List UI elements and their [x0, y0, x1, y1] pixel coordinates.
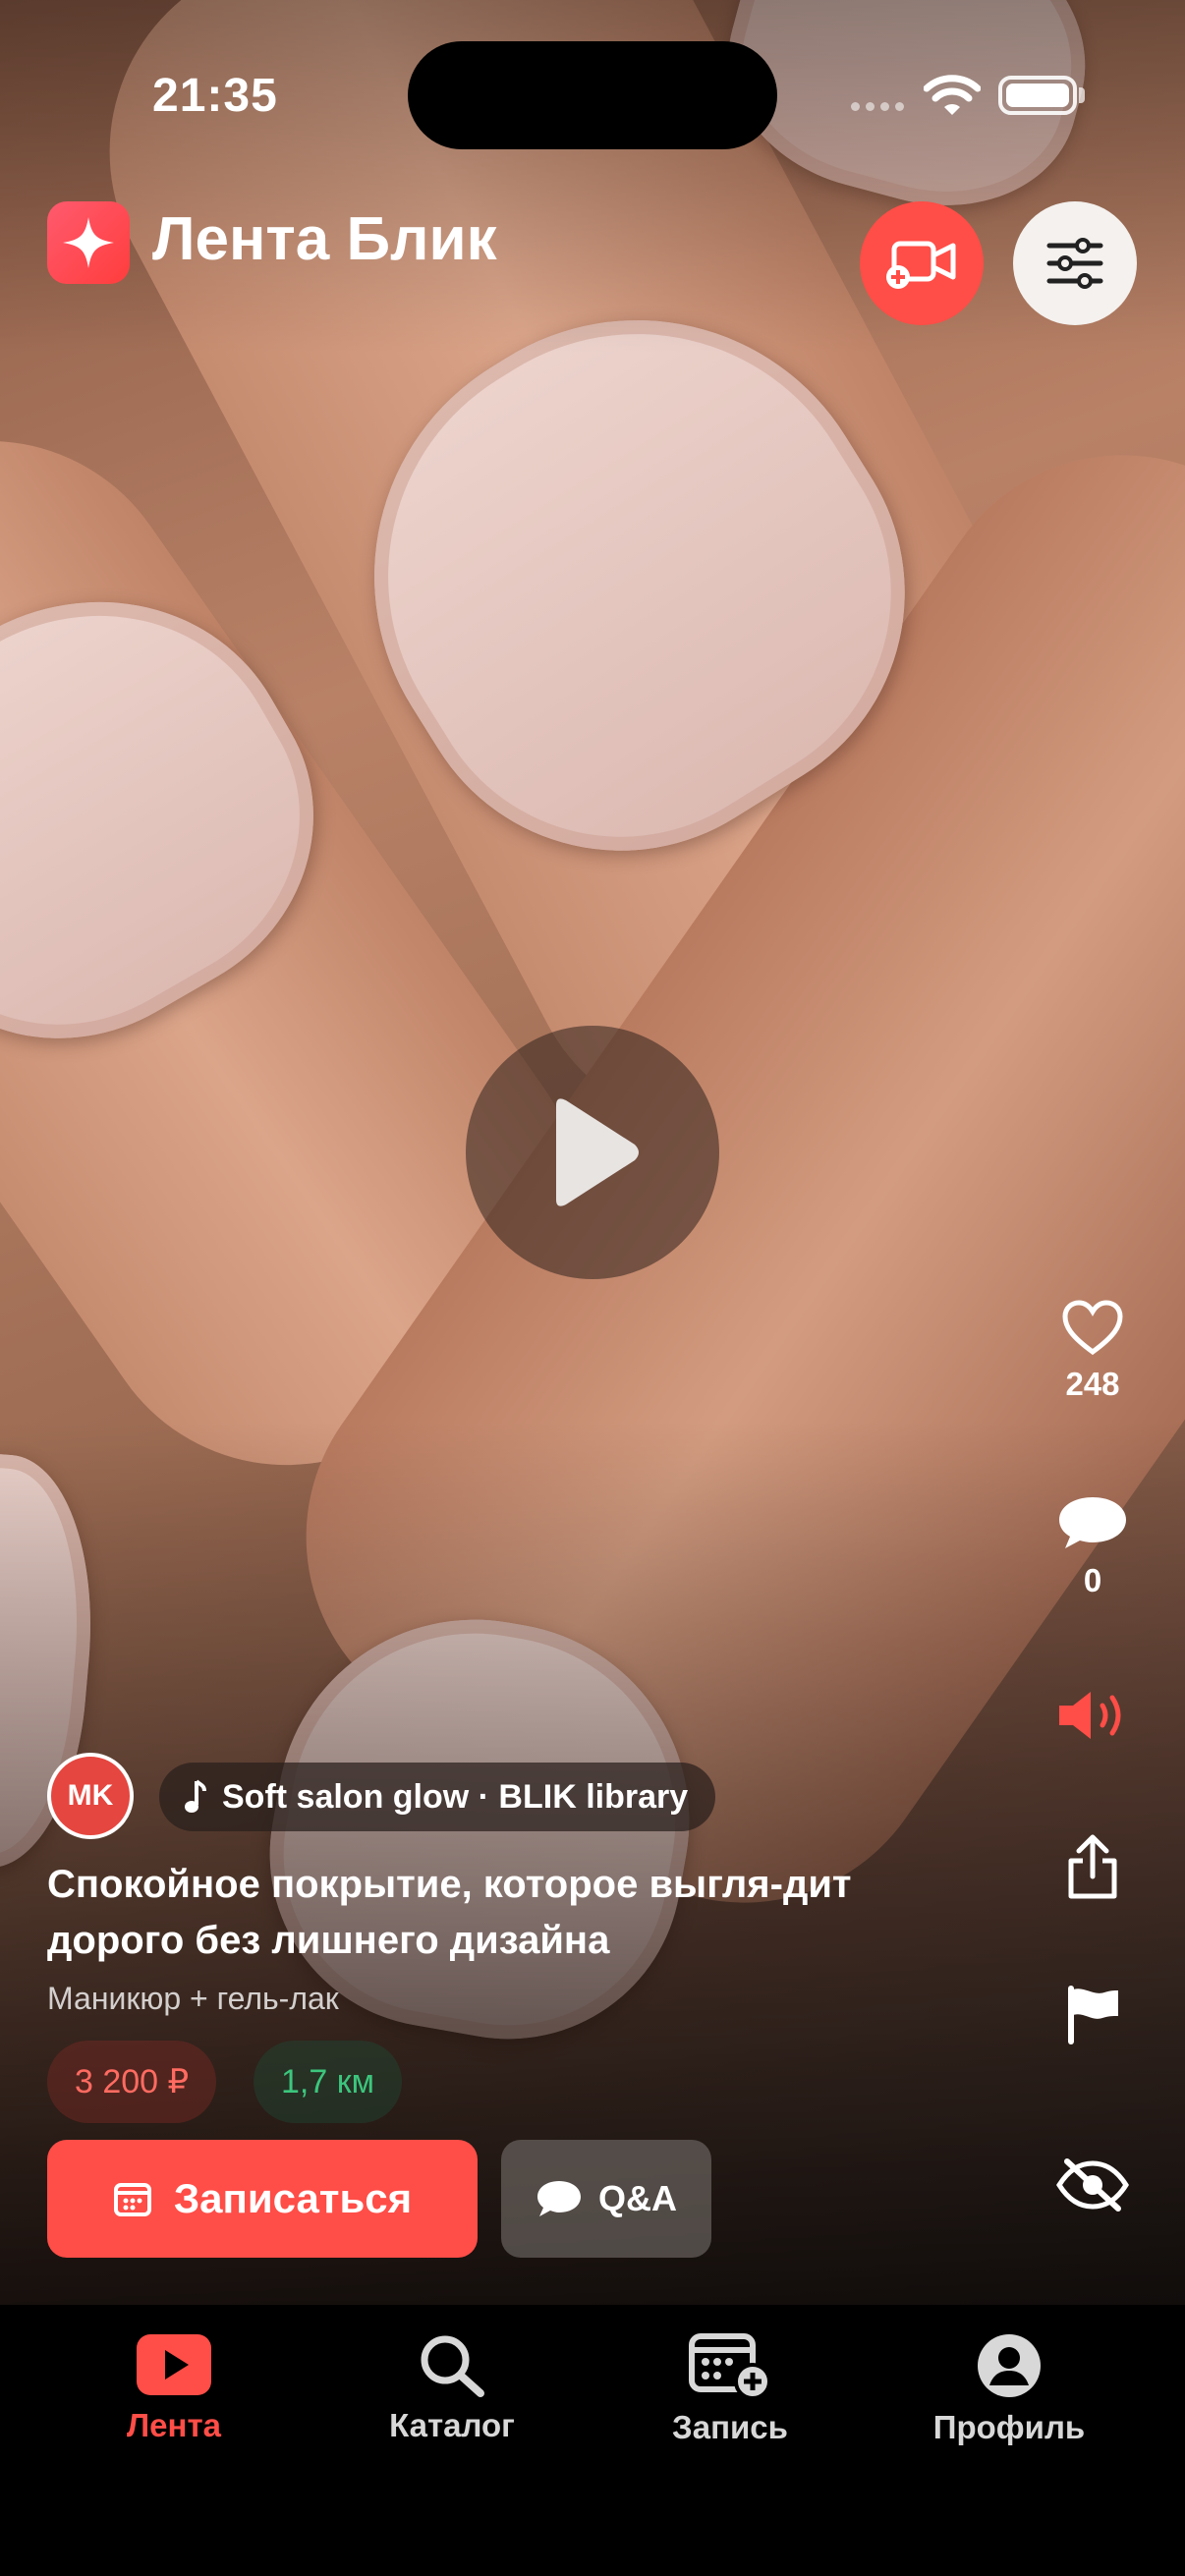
sliders-icon	[1046, 238, 1103, 289]
price-badge: 3 200 ₽	[47, 2041, 217, 2123]
like-action[interactable]: 248	[1034, 1299, 1152, 1403]
heart-icon[interactable]	[1061, 1299, 1124, 1356]
book-button-label: Записаться	[173, 2175, 413, 2221]
page-title: Лента Блик	[152, 205, 497, 273]
play-icon	[556, 1098, 639, 1206]
tab-booking[interactable]: Запись	[612, 2332, 848, 2446]
comment-icon[interactable]	[1057, 1493, 1128, 1552]
music-title: Soft salon glow · BLIK library	[222, 1777, 689, 1816]
music-note-icon	[185, 1779, 206, 1813]
dynamic-island	[408, 41, 777, 149]
tab-bar: Лента Каталог Запись Профиль	[0, 2305, 1185, 2576]
tab-feed[interactable]: Лента	[56, 2332, 292, 2444]
eye-off-icon[interactable]	[1055, 2157, 1130, 2212]
status-time: 21:35	[152, 70, 278, 122]
flag-icon[interactable]	[1063, 1985, 1122, 2045]
search-icon	[421, 2335, 484, 2397]
tab-catalog[interactable]: Каталог	[334, 2332, 570, 2444]
user-icon	[978, 2334, 1041, 2397]
post-subtitle: Маникюр + гель-лак	[47, 1981, 339, 2016]
app-logo	[47, 201, 130, 284]
tab-profile[interactable]: Профиль	[891, 2332, 1127, 2446]
play-button[interactable]	[466, 1026, 719, 1279]
share-icon[interactable]	[1063, 1833, 1122, 1902]
likes-count: 248	[1065, 1366, 1120, 1402]
calendar-add-icon	[689, 2333, 771, 2399]
comments-count: 0	[1083, 1562, 1102, 1598]
comment-action[interactable]: 0	[1034, 1493, 1152, 1599]
video-add-icon	[886, 241, 956, 289]
post-title: Спокойное покрытие, которое выгля-дит до…	[47, 1863, 852, 1962]
avatar[interactable]: MK	[47, 1753, 134, 1839]
qa-button[interactable]: Q&A	[501, 2140, 711, 2258]
sparkle-icon	[63, 217, 114, 268]
cellular-signal-icon	[851, 102, 904, 111]
add-video-button[interactable]	[860, 201, 984, 325]
qa-button-label: Q&A	[598, 2178, 677, 2218]
report-action[interactable]	[1034, 1985, 1152, 2045]
hide-action[interactable]	[1034, 2157, 1152, 2212]
chat-icon	[537, 2181, 581, 2216]
music-pill[interactable]: Soft salon glow · BLIK library	[159, 1763, 716, 1831]
share-action[interactable]	[1034, 1833, 1152, 1902]
distance-badge: 1,7 км	[254, 2041, 402, 2123]
calendar-icon	[113, 2183, 151, 2216]
book-button[interactable]: Записаться	[47, 2140, 478, 2258]
sound-toggle[interactable]	[1034, 1688, 1152, 1743]
play-icon	[137, 2334, 211, 2395]
battery-icon	[998, 76, 1077, 115]
filter-button[interactable]	[1013, 201, 1137, 325]
volume-icon[interactable]	[1055, 1688, 1130, 1743]
wifi-icon	[924, 75, 981, 115]
